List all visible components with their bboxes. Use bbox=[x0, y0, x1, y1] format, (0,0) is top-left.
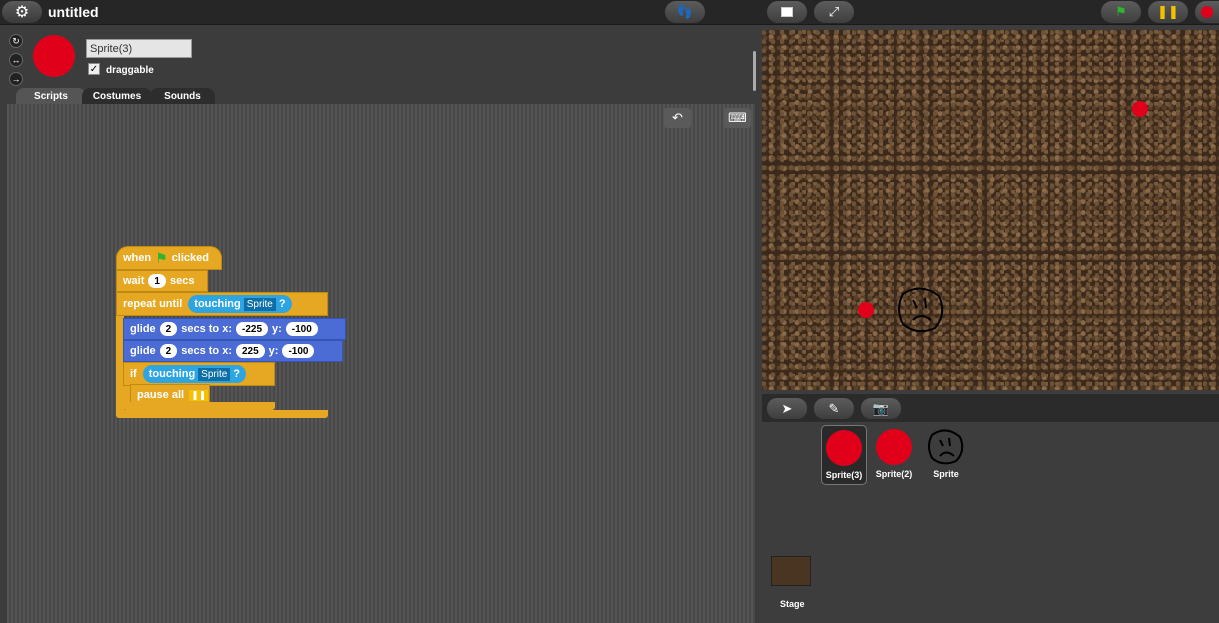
left-right-flip-icon[interactable]: ↔ bbox=[9, 53, 23, 67]
question-mark: ? bbox=[278, 298, 286, 310]
current-sprite-thumbnail bbox=[33, 35, 75, 77]
sad-face-thumbnail-icon bbox=[928, 429, 964, 465]
stage-size-toggle-icon[interactable] bbox=[767, 1, 807, 23]
scrollbar[interactable] bbox=[753, 51, 756, 91]
keyboard-entry-icon[interactable]: ⌨ bbox=[724, 108, 751, 128]
glide-block-1[interactable]: glide 2 secs to x: -225 y: -100 bbox=[123, 318, 346, 340]
repeat-until-block[interactable]: repeat until touching Sprite ? bbox=[116, 292, 328, 316]
wait-block[interactable]: wait 1 secs bbox=[116, 270, 208, 292]
sprite-label: Sprite(3) bbox=[825, 470, 863, 480]
no-rotate-icon[interactable]: → bbox=[9, 72, 23, 86]
sprite-label: Sprite bbox=[933, 469, 959, 479]
stage-thumbnail[interactable] bbox=[771, 556, 811, 586]
undo-icon[interactable]: ↶ bbox=[664, 108, 691, 128]
wait-secs-input[interactable]: 1 bbox=[148, 274, 166, 288]
sprite-thumbnail bbox=[826, 430, 862, 466]
sprite-2-on-stage[interactable] bbox=[858, 302, 874, 318]
sprite-tile-sprite[interactable]: Sprite bbox=[923, 425, 969, 479]
secs-to-x-label: secs to x: bbox=[181, 345, 232, 357]
secs-to-x-label: secs to x: bbox=[181, 323, 232, 335]
touching-condition[interactable]: touching Sprite ? bbox=[142, 365, 247, 383]
project-title: untitled bbox=[48, 4, 99, 20]
stop-icon[interactable] bbox=[1195, 1, 1219, 23]
green-flag-icon: ⚑ bbox=[155, 249, 168, 266]
y-label: y: bbox=[268, 345, 279, 357]
pause-all-label: pause all bbox=[137, 389, 185, 401]
sprite-tile-sprite3[interactable]: Sprite(3) bbox=[821, 425, 867, 485]
fullscreen-icon[interactable]: ⤢ bbox=[814, 1, 854, 23]
touching-label: touching bbox=[148, 368, 196, 380]
paint-brush-icon[interactable]: ✎ bbox=[814, 398, 854, 419]
sprite-name-field[interactable] bbox=[86, 39, 192, 58]
glide-y-input[interactable]: -100 bbox=[285, 322, 318, 336]
draggable-label: draggable bbox=[106, 65, 154, 76]
glide-x-input[interactable]: 225 bbox=[235, 344, 265, 358]
sprite-corral: Sprite(3) Sprite(2) Sprite Stage bbox=[762, 422, 1219, 623]
pause-icon[interactable]: ❚❚ bbox=[1148, 1, 1188, 23]
if-label: if bbox=[130, 368, 137, 380]
sprite-label: Sprite(2) bbox=[875, 469, 913, 479]
rotate-all-around-icon[interactable]: ↻ bbox=[9, 34, 23, 48]
hat-clicked-label: clicked bbox=[171, 252, 209, 264]
sprite-thumbnail bbox=[876, 429, 912, 465]
scripts-area[interactable]: ↶ ⌨ when ⚑ clicked wait 1 secs repeat un… bbox=[7, 104, 755, 623]
touching-condition[interactable]: touching Sprite ? bbox=[188, 295, 292, 313]
glide-block-2[interactable]: glide 2 secs to x: 225 y: -100 bbox=[123, 340, 343, 362]
glide-label: glide bbox=[130, 323, 156, 335]
repeat-until-label: repeat until bbox=[123, 298, 183, 310]
glide-secs-input[interactable]: 2 bbox=[159, 322, 178, 336]
y-label: y: bbox=[272, 323, 282, 335]
green-flag-icon[interactable]: ⚑ bbox=[1101, 1, 1141, 23]
turbo-footprints-icon[interactable]: 👣 bbox=[665, 1, 705, 23]
touching-target-dropdown[interactable]: Sprite bbox=[243, 297, 276, 311]
tab-scripts[interactable]: Scripts bbox=[16, 88, 86, 104]
new-sprite-toolbar: ➤ ✎ 📷 bbox=[762, 394, 1219, 422]
stage-label: Stage bbox=[780, 599, 805, 609]
top-bar: ⚙ untitled 👣 ⤢ ⚑ ❚❚ bbox=[0, 0, 1219, 25]
sprite-tile-sprite2[interactable]: Sprite(2) bbox=[871, 425, 917, 479]
glide-y-input[interactable]: -100 bbox=[282, 344, 315, 358]
question-mark: ? bbox=[233, 368, 241, 380]
touching-label: touching bbox=[194, 298, 241, 310]
hat-when-label: when bbox=[123, 252, 152, 264]
stage-canvas[interactable] bbox=[762, 30, 1219, 390]
when-flag-clicked-block[interactable]: when ⚑ clicked bbox=[116, 246, 222, 270]
rotation-style-buttons: ↻ ↔ → bbox=[9, 34, 23, 91]
touching-target-dropdown[interactable]: Sprite bbox=[198, 367, 231, 381]
glide-secs-input[interactable]: 2 bbox=[159, 344, 178, 358]
repeat-bottom bbox=[116, 410, 328, 418]
sprite-editor-pane: ↻ ↔ → ✓ draggable Scripts Costumes Sound… bbox=[0, 26, 760, 623]
choose-sprite-icon[interactable]: ➤ bbox=[767, 398, 807, 419]
tab-sounds[interactable]: Sounds bbox=[150, 88, 215, 104]
tab-costumes[interactable]: Costumes bbox=[82, 88, 152, 104]
glide-x-input[interactable]: -225 bbox=[235, 322, 268, 336]
camera-icon[interactable]: 📷 bbox=[861, 398, 901, 419]
secs-label: secs bbox=[169, 275, 195, 287]
pause-icon: ❚❚ bbox=[189, 389, 209, 401]
glide-label: glide bbox=[130, 345, 156, 357]
wait-label: wait bbox=[123, 275, 145, 287]
draggable-checkbox[interactable]: ✓ bbox=[88, 63, 100, 75]
sad-face-sprite-on-stage[interactable] bbox=[895, 284, 947, 334]
settings-gear-icon[interactable]: ⚙ bbox=[2, 1, 42, 23]
if-bottom bbox=[123, 402, 275, 410]
sprite-3-on-stage[interactable] bbox=[1132, 101, 1148, 117]
if-block[interactable]: if touching Sprite ? bbox=[123, 362, 275, 386]
